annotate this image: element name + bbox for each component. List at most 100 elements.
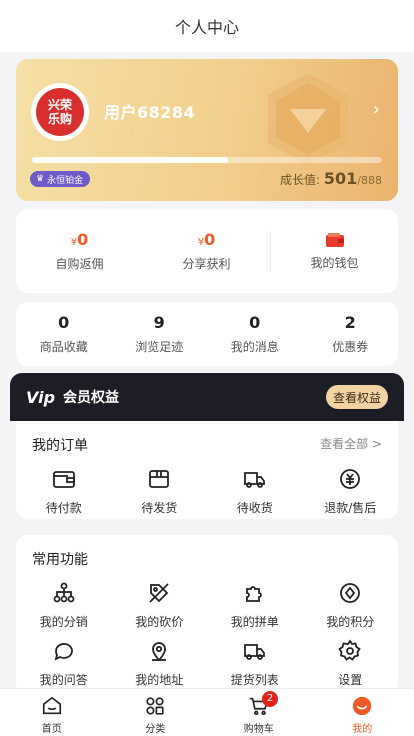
my-wallet[interactable]: 我的钱包	[271, 232, 398, 271]
chevron-right-icon[interactable]: ›	[373, 99, 380, 120]
func-pickup-list[interactable]: 提货列表	[207, 639, 303, 688]
growth-current: 501	[323, 169, 358, 188]
share-profit-amount: 0	[204, 230, 216, 249]
function-label: 提货列表	[230, 673, 279, 687]
tab-label: 购物车	[243, 724, 274, 735]
page-title: 个人中心	[174, 18, 239, 37]
wallet-icon	[325, 232, 344, 247]
username: 用户68284	[104, 103, 196, 122]
tab-label: 我的	[352, 724, 373, 735]
wallet-label: 我的钱包	[310, 255, 359, 270]
order-status-label: 退款/售后	[324, 501, 377, 515]
tab-cart[interactable]: 2 购物车	[207, 689, 311, 736]
order-status-grid: 待付款 待发货 待收货 退款/售后	[16, 467, 398, 516]
store-logo: 兴荣 乐购	[31, 83, 89, 141]
growth-progress-fill	[32, 157, 228, 163]
function-label: 我的拼单	[230, 615, 279, 629]
functions-title: 常用功能	[32, 552, 88, 568]
functions-row-1: 我的分销 我的砍价 我的拼单 我的积分	[16, 581, 398, 630]
order-refund[interactable]: 退款/售后	[303, 467, 399, 516]
order-pending-receipt[interactable]: 待收货	[207, 467, 303, 516]
profile-icon	[353, 696, 372, 716]
settings-icon	[338, 639, 361, 661]
puzzle-icon	[245, 586, 262, 602]
growth-value: 成长值: 501/888	[280, 169, 382, 188]
tab-label: 首页	[41, 724, 62, 735]
stat-favorites[interactable]: 0 商品收藏	[16, 313, 112, 355]
vip-benefits-bar: Vip 会员权益 查看权益	[10, 373, 404, 421]
tab-home[interactable]: 首页	[0, 689, 104, 736]
box-icon	[149, 470, 170, 488]
growth-progress-bar	[32, 157, 382, 163]
order-status-label: 待付款	[45, 501, 82, 515]
stat-history[interactable]: 9 浏览足迹	[112, 313, 208, 355]
bargain-icon	[149, 583, 169, 603]
stat-label: 商品收藏	[39, 340, 88, 354]
order-status-label: 待收货	[236, 501, 273, 515]
order-pending-shipment[interactable]: 待发货	[112, 467, 208, 516]
refund-icon	[340, 469, 361, 489]
truck-icon	[243, 472, 265, 488]
func-address[interactable]: 我的地址	[112, 639, 208, 688]
distribution-icon	[53, 582, 75, 603]
vip-label: 会员权益	[63, 390, 120, 406]
view-benefits-button[interactable]: 查看权益	[325, 385, 388, 409]
wallet-icon	[52, 471, 75, 488]
stat-number: 0	[249, 313, 261, 332]
cart-count-badge: 2	[262, 691, 278, 707]
function-label: 我的砍价	[135, 615, 184, 629]
home-icon	[42, 696, 61, 715]
chat-icon	[54, 643, 73, 661]
function-label: 我的分销	[39, 615, 88, 629]
level-medal-icon	[268, 73, 348, 165]
function-label: 我的积分	[326, 615, 375, 629]
function-label: 设置	[338, 673, 363, 687]
order-pending-payment[interactable]: 待付款	[16, 467, 112, 516]
stat-label: 我的消息	[230, 340, 279, 354]
stat-coupons[interactable]: 2 优惠券	[303, 313, 399, 355]
level-label: 永恒铂金	[47, 175, 84, 186]
member-card[interactable]: 兴荣 乐购 用户68284 › ♛ 永恒铂金 成长值: 501/888	[16, 59, 398, 201]
pickup-truck-icon	[243, 644, 265, 660]
growth-max: /888	[357, 174, 382, 187]
growth-label: 成长值:	[280, 173, 321, 187]
stats-card: 0 商品收藏 9 浏览足迹 0 我的消息 2 优惠券	[16, 302, 398, 366]
self-rebate-amount: 0	[77, 230, 89, 249]
location-icon	[152, 642, 167, 662]
order-status-label: 待发货	[141, 501, 178, 515]
bottom-tab-bar: 首页 分类 2 购物车 我的	[0, 688, 414, 736]
orders-title: 我的订单	[32, 438, 88, 454]
share-profit[interactable]: ¥0 分享获利	[143, 230, 270, 272]
func-points[interactable]: 我的积分	[303, 581, 399, 630]
functions-row-2: 我的问答 我的地址 提货列表 设置	[16, 639, 398, 688]
self-rebate-label: 自购返佣	[55, 257, 104, 271]
tab-category[interactable]: 分类	[104, 689, 208, 736]
tab-profile[interactable]: 我的	[311, 689, 414, 736]
crown-icon: ♛	[36, 174, 45, 184]
category-icon	[146, 697, 164, 715]
stat-messages[interactable]: 0 我的消息	[207, 313, 303, 355]
share-profit-label: 分享获利	[182, 257, 231, 271]
stat-number: 0	[58, 313, 70, 332]
orders-card: 我的订单 查看全部 > 待付款 待发货 待收货 退款/售后	[16, 421, 398, 519]
level-badge: ♛ 永恒铂金	[30, 171, 91, 187]
func-distribution[interactable]: 我的分销	[16, 581, 112, 630]
stat-number: 2	[344, 313, 356, 332]
function-label: 我的地址	[135, 673, 184, 687]
self-rebate[interactable]: ¥0 自购返佣	[16, 230, 143, 272]
logo-text-line2: 乐购	[47, 112, 72, 126]
func-settings[interactable]: 设置	[303, 639, 399, 688]
stat-label: 优惠券	[332, 340, 369, 354]
tab-label: 分类	[145, 724, 166, 735]
function-label: 我的问答	[39, 673, 88, 687]
functions-card: 常用功能 我的分销 我的砍价 我的拼单 我的积分 我的问答 我的地址 提货列表 …	[16, 535, 398, 695]
points-icon	[340, 583, 361, 603]
view-all-orders-link[interactable]: 查看全部 >	[320, 435, 382, 452]
stat-label: 浏览足迹	[135, 340, 184, 354]
earnings-card: ¥0 自购返佣 ¥0 分享获利 我的钱包	[16, 209, 398, 293]
logo-text-line1: 兴荣	[47, 98, 72, 112]
func-bargain[interactable]: 我的砍价	[112, 581, 208, 630]
vip-logo-icon: Vip	[26, 387, 56, 407]
func-group-buy[interactable]: 我的拼单	[207, 581, 303, 630]
func-qa[interactable]: 我的问答	[16, 639, 112, 688]
